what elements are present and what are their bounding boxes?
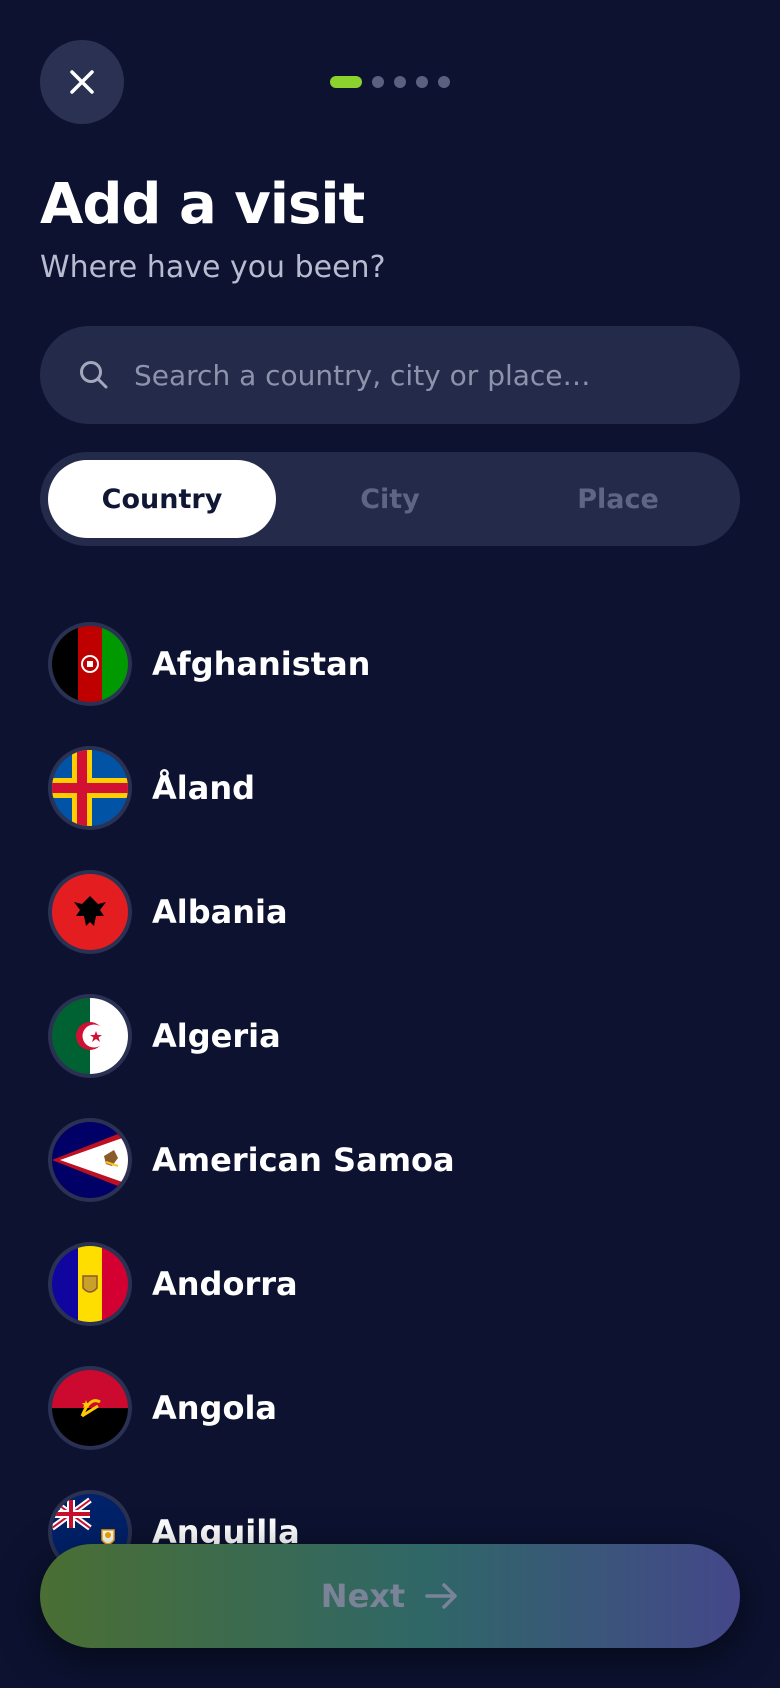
- segment-place[interactable]: Place: [504, 460, 732, 538]
- country-name: Angola: [152, 1389, 277, 1427]
- step-progress: [330, 75, 450, 89]
- country-name: Afghanistan: [152, 645, 371, 683]
- progress-step-2: [372, 76, 384, 88]
- search-input[interactable]: [134, 345, 740, 405]
- progress-step-1: [330, 76, 362, 88]
- country-name: Andorra: [152, 1265, 298, 1303]
- arrow-right-icon: [425, 1582, 459, 1610]
- next-button[interactable]: Next: [40, 1544, 740, 1648]
- progress-step-5: [438, 76, 450, 88]
- country-row-angola[interactable]: Angola: [48, 1346, 748, 1470]
- country-row-afghanistan[interactable]: Afghanistan: [48, 602, 748, 726]
- country-row-albania[interactable]: Albania: [48, 850, 748, 974]
- albania-flag-icon: [48, 870, 132, 954]
- country-row-andorra[interactable]: Andorra: [48, 1222, 748, 1346]
- page-subtitle: Where have you been?: [40, 250, 386, 285]
- progress-step-4: [416, 76, 428, 88]
- page-title: Add a visit: [40, 172, 365, 237]
- close-icon: [70, 70, 94, 94]
- andorra-flag-icon: [48, 1242, 132, 1326]
- country-name: Algeria: [152, 1017, 281, 1055]
- country-row-aland[interactable]: Åland: [48, 726, 748, 850]
- country-name: American Samoa: [152, 1141, 455, 1179]
- angola-flag-icon: [48, 1366, 132, 1450]
- country-list: Afghanistan Åland Albania Algeria Americ…: [48, 602, 748, 1594]
- type-segmented-control: Country City Place: [40, 452, 740, 546]
- progress-step-3: [394, 76, 406, 88]
- next-button-label: Next: [320, 1577, 406, 1615]
- country-row-american-samoa[interactable]: American Samoa: [48, 1098, 748, 1222]
- segment-country[interactable]: Country: [48, 460, 276, 538]
- country-row-algeria[interactable]: Algeria: [48, 974, 748, 1098]
- american-samoa-flag-icon: [48, 1118, 132, 1202]
- country-name: Albania: [152, 893, 288, 931]
- search-bar[interactable]: [40, 326, 740, 424]
- search-icon: [80, 361, 108, 389]
- aland-flag-icon: [48, 746, 132, 830]
- close-button[interactable]: [40, 40, 124, 124]
- afghanistan-flag-icon: [48, 622, 132, 706]
- segment-city[interactable]: City: [276, 460, 504, 538]
- country-name: Åland: [152, 769, 256, 807]
- algeria-flag-icon: [48, 994, 132, 1078]
